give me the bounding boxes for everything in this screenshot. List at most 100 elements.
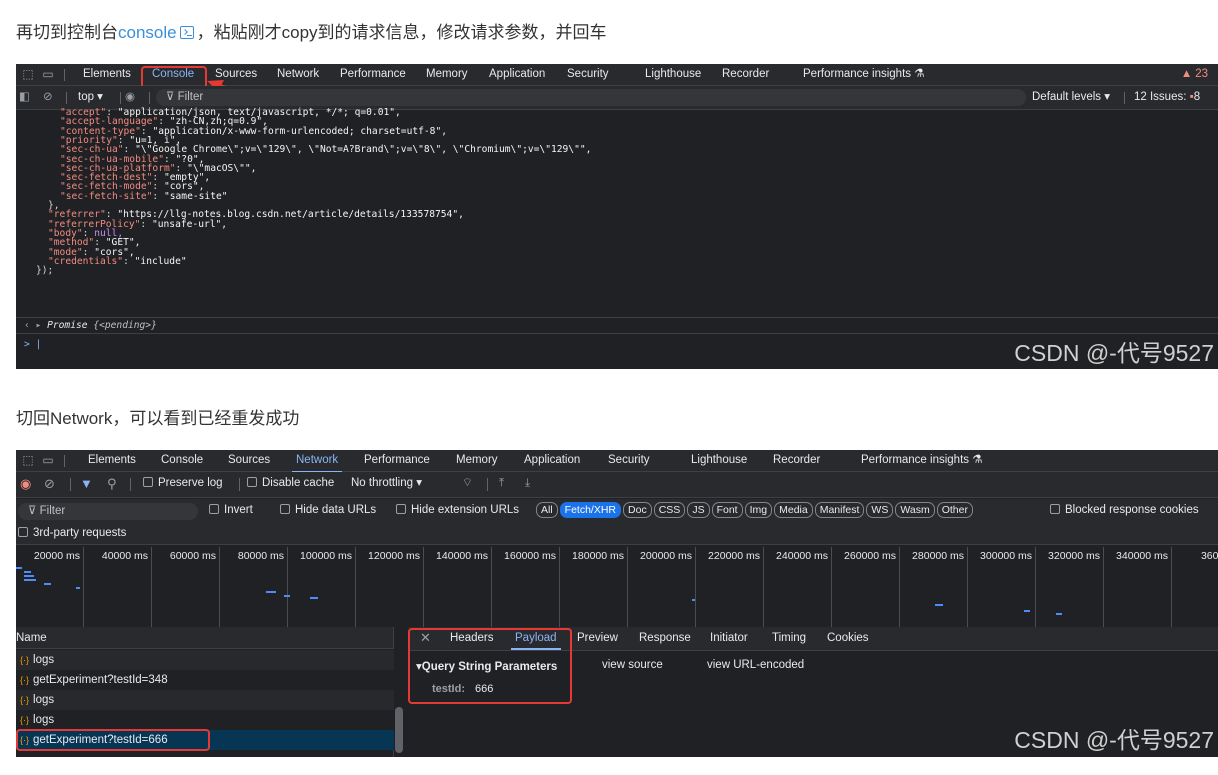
requests-scrollbar[interactable]	[395, 707, 403, 753]
tab-console-2[interactable]: Console	[161, 450, 203, 472]
export-har-icon[interactable]: ⤓	[525, 472, 530, 496]
tab-elements[interactable]: Elements	[83, 64, 131, 86]
hide-data-urls-checkbox[interactable]: Hide data URLs	[280, 499, 376, 523]
tab-performance-insights-2[interactable]: Performance insights ⚗	[861, 450, 983, 472]
network-overview-timeline[interactable]: 20000 ms 40000 ms 60000 ms 80000 ms 100000 m…	[16, 547, 1218, 627]
tab-application-2[interactable]: Application	[524, 450, 580, 472]
device-toolbar-icon[interactable]: ▭	[40, 67, 56, 81]
type-filter-ws[interactable]: WS	[866, 502, 894, 518]
type-filter-manifest[interactable]: Manifest	[814, 502, 865, 518]
inspect-icon[interactable]: ⬚	[20, 67, 36, 81]
name-column-header[interactable]: Name	[16, 627, 47, 649]
timeline-request-bar	[266, 591, 276, 593]
device-toolbar-icon-2[interactable]: ▭	[40, 453, 56, 467]
type-filter-font[interactable]: Font	[711, 502, 743, 518]
hide-extension-urls-checkbox[interactable]: Hide extension URLs	[396, 499, 519, 523]
type-filter-js[interactable]: JS	[687, 502, 710, 518]
type-filter-doc[interactable]: Doc	[623, 502, 652, 518]
timeline-tick: 360000	[1172, 547, 1218, 627]
request-row[interactable]: {·} logs	[16, 690, 394, 710]
filter-funnel-icon[interactable]: ▼	[80, 472, 93, 496]
console-link[interactable]: console	[118, 23, 177, 42]
log-levels-select[interactable]: Default levels ▾	[1032, 86, 1110, 110]
invert-checkbox[interactable]: Invert	[209, 499, 253, 523]
record-icon[interactable]: ◉	[20, 472, 31, 496]
console-result-line[interactable]: ‹ ▸ Promise {<pending>}	[24, 320, 157, 331]
request-name: logs	[33, 714, 55, 726]
tab-performance[interactable]: Performance	[340, 64, 406, 86]
tab-sources-2[interactable]: Sources	[228, 450, 270, 472]
blocked-cookies-checkbox[interactable]: Blocked response cookies	[1050, 499, 1199, 523]
disable-cache-label: Disable cache	[262, 477, 335, 489]
tab-application[interactable]: Application	[489, 64, 545, 86]
type-filter-fetchxhr[interactable]: Fetch/XHR	[559, 502, 622, 518]
request-row[interactable]: {·} logs	[16, 650, 394, 670]
tab-memory-2[interactable]: Memory	[456, 450, 498, 472]
request-name: logs	[33, 654, 55, 666]
console-code-line: "credentials": "include"	[48, 255, 187, 267]
network-toolbar: ◉ ⊘ ▼ ⚲ Preserve log Disable cache No th…	[16, 472, 1218, 498]
tab-network-2[interactable]: Network	[291, 450, 343, 473]
hide-data-urls-label: Hide data URLs	[295, 504, 377, 516]
type-filter-media[interactable]: Media	[774, 502, 813, 518]
issues-counter[interactable]: 12 Issues: ▪8	[1134, 86, 1200, 110]
network-filter-input[interactable]: ⊽ Filter	[18, 503, 198, 520]
request-row[interactable]: {·} logs	[16, 710, 394, 730]
detail-tab-response[interactable]: Response	[639, 627, 691, 649]
detail-tab-preview[interactable]: Preview	[577, 627, 618, 649]
request-row[interactable]: {·} getExperiment?testId=348	[16, 670, 394, 690]
type-filter-all[interactable]: All	[536, 502, 558, 518]
type-filter-other[interactable]: Other	[936, 502, 973, 518]
filter-icon: ⊽	[166, 91, 178, 103]
console-prompt[interactable]: > |	[24, 340, 41, 350]
third-party-checkbox[interactable]: 3rd-party requests	[18, 523, 126, 545]
tab-memory[interactable]: Memory	[426, 64, 468, 86]
sidebar-toggle-icon[interactable]: ◧	[19, 86, 30, 110]
type-filter-css[interactable]: CSS	[653, 502, 686, 518]
code-key: "credentials"	[48, 255, 124, 267]
detail-tab-cookies[interactable]: Cookies	[827, 627, 869, 649]
code-value: "include"	[134, 255, 187, 267]
timeline-request-bar	[24, 579, 36, 581]
xhr-icon: {·}	[20, 715, 30, 725]
tab-recorder-2[interactable]: Recorder	[773, 450, 820, 472]
view-source-link[interactable]: view source	[602, 659, 663, 671]
timeline-request-bar	[310, 597, 318, 599]
type-filter-wasm[interactable]: Wasm	[895, 502, 935, 518]
resource-type-filters: All Fetch/XHR Doc CSS JS Font Img Media Manifest…	[536, 499, 975, 523]
view-url-encoded-link[interactable]: view URL-encoded	[707, 659, 804, 671]
timeline-request-bar	[692, 599, 695, 601]
search-icon[interactable]: ⚲	[107, 472, 117, 496]
import-har-icon[interactable]: ⤒	[499, 472, 504, 496]
tab-lighthouse-2[interactable]: Lighthouse	[691, 450, 747, 472]
tab-lighthouse[interactable]: Lighthouse	[645, 64, 701, 86]
network-filter-bar: ⊽ Filter Invert Hide data URLs Hide exte…	[16, 499, 1218, 523]
warning-icon: ▲	[1180, 68, 1193, 80]
clear-console-icon[interactable]: ⊘	[43, 86, 53, 110]
warning-count: 23	[1195, 68, 1208, 80]
tab-performance-insights[interactable]: Performance insights ⚗	[803, 64, 925, 86]
tab-security[interactable]: Security	[567, 64, 609, 86]
tab-performance-2[interactable]: Performance	[364, 450, 430, 472]
request-name: logs	[33, 694, 55, 706]
preserve-log-checkbox[interactable]: Preserve log	[143, 472, 223, 496]
throttling-select[interactable]: No throttling ▾	[351, 472, 422, 496]
inspect-icon-2[interactable]: ⬚	[20, 453, 36, 467]
type-filter-img[interactable]: Img	[744, 502, 773, 518]
detail-tab-timing[interactable]: Timing	[772, 627, 806, 649]
watermark: CSDN @-代号9527	[1014, 340, 1214, 366]
timeline-tick: 100000 ms	[288, 547, 356, 627]
tab-elements-2[interactable]: Elements	[88, 450, 136, 472]
console-code-line: "sec-fetch-site": "same-site"	[60, 190, 228, 202]
warnings-badge[interactable]: ▲ 23	[1181, 64, 1208, 86]
clear-icon[interactable]: ⊘	[44, 472, 55, 496]
disable-cache-checkbox[interactable]: Disable cache	[247, 472, 334, 496]
result-promise: Promise	[47, 320, 88, 331]
issues-label: 12 Issues:	[1134, 91, 1187, 103]
network-conditions-icon[interactable]: ⌔	[462, 472, 473, 496]
tab-security-2[interactable]: Security	[608, 450, 650, 472]
tab-recorder[interactable]: Recorder	[722, 64, 769, 86]
detail-tab-initiator[interactable]: Initiator	[710, 627, 748, 649]
console-filter-input[interactable]: ⊽ Filter	[156, 89, 1026, 106]
tab-performance-insights-2-label: Performance insights	[861, 454, 970, 466]
